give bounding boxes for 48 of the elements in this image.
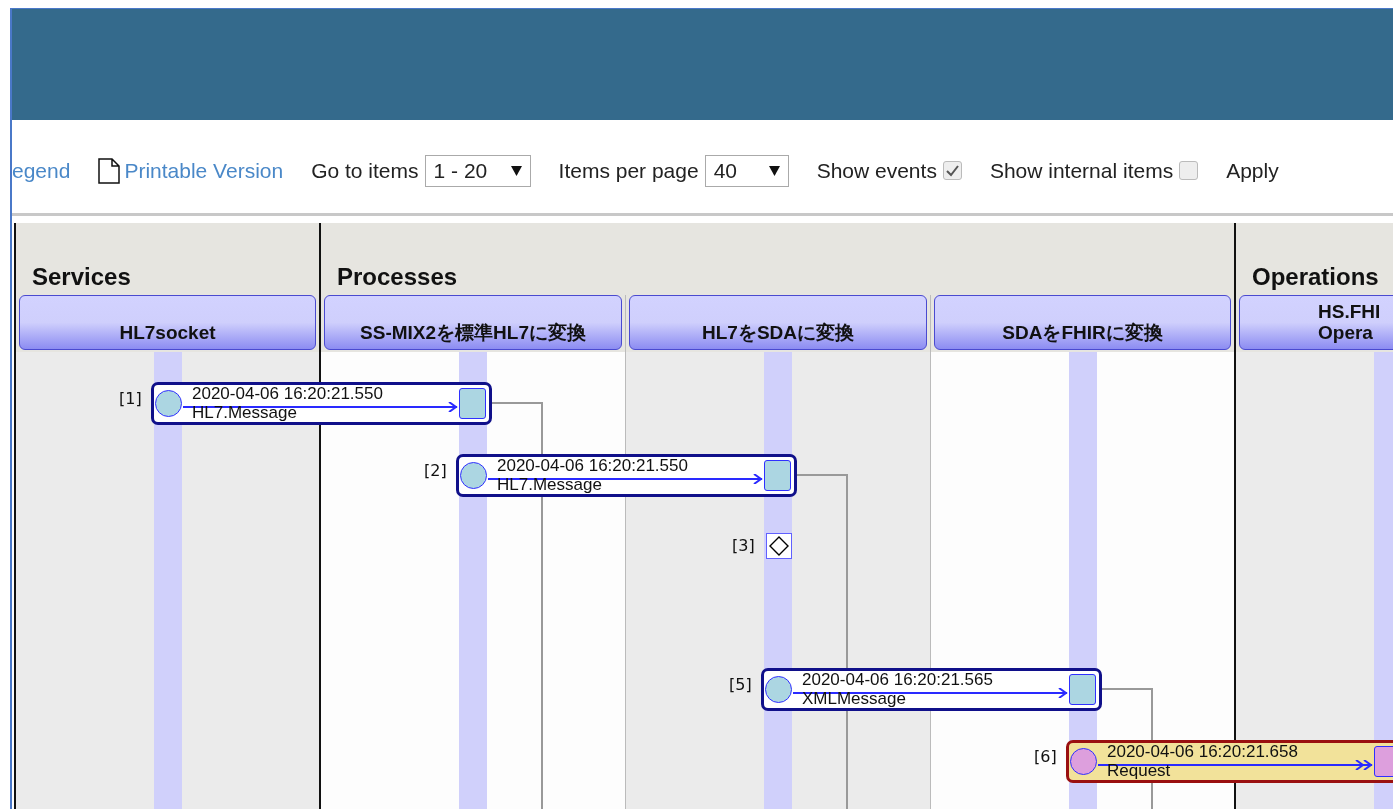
checkbox[interactable] [942,161,962,180]
go-to-items-select[interactable]: 1 - 20 [424,154,531,187]
items-per-page-label: Items per page [558,158,699,183]
lane-header[interactable]: SDAをFHIRに変換 [934,295,1231,350]
checkbox-label: Show events [816,158,937,183]
lane-header[interactable]: HS.FHI Opera [1239,295,1393,350]
message-box[interactable]: 2020-04-06 16:20:21.550 HL7.Message [456,453,797,497]
message-type: HL7.Message [497,474,602,495]
source-circle-icon [155,390,182,417]
items-per-page-select[interactable]: 40 [704,154,789,187]
dropdown-caret-icon [768,165,780,176]
legend-link[interactable]: egend [12,158,71,183]
message-type: HL7.Message [192,403,297,423]
event-icon[interactable] [766,533,792,560]
message-box[interactable]: 2020-04-06 16:20:21.565 XMLMessage [761,668,1102,712]
message-time: 2020-04-06 16:20:21.565 [802,670,993,691]
message-time: 2020-04-06 16:20:21.550 [192,384,383,404]
message-box[interactable]: 2020-04-06 16:20:21.658 Request [1066,740,1393,783]
lane-header[interactable]: SS-MIX2を標準HL7に変換 [324,295,622,350]
message-type: XMLMessage [802,689,906,710]
message-box[interactable]: 2020-04-06 16:20:21.550 HL7.Message [151,382,492,425]
target-square-icon [764,459,791,491]
message-time: 2020-04-06 16:20:21.550 [497,455,688,476]
source-circle-icon [1070,748,1097,775]
checkbox[interactable] [1179,161,1199,180]
source-circle-icon [765,676,792,704]
target-square-icon [1069,674,1096,706]
group-title: Processes [321,223,1234,295]
item-number: [6] [1034,747,1057,766]
lane-header[interactable]: HL7をSDAに変換 [629,295,927,350]
source-circle-icon [460,461,487,489]
apply-button[interactable]: Apply [1226,158,1279,183]
item-number: [2] [424,460,447,480]
go-to-items-label: Go to items [311,158,419,183]
item-number: [3] [732,536,755,556]
message-type: Request [1107,761,1171,781]
target-square-icon [1374,746,1393,777]
printable-version-link[interactable]: Printable Version [98,157,284,184]
item-number: [1] [119,389,142,408]
group-title: Services [16,223,319,295]
dropdown-caret-icon [510,165,522,176]
message-time: 2020-04-06 16:20:21.658 [1107,742,1298,762]
document-icon [98,157,121,184]
target-square-icon [459,388,486,419]
item-number: [5] [729,675,752,695]
checkbox-label: Show internal items [989,158,1174,183]
group-title: Operations [1236,223,1393,295]
lane-header[interactable]: HL7socket [19,295,316,350]
